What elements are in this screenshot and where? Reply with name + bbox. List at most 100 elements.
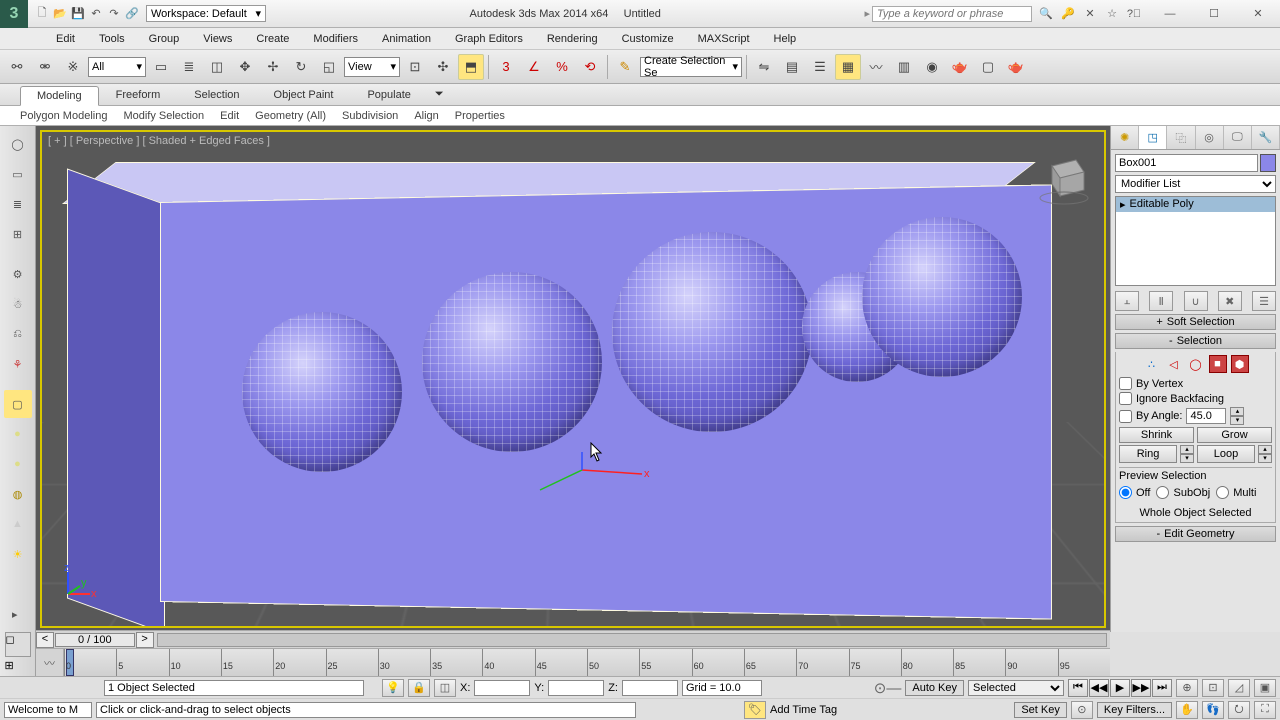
menu-help[interactable]: Help [762,30,809,48]
nav-walk-icon[interactable]: 👣 [1202,701,1224,719]
modifier-stack[interactable]: ▸Editable Poly [1115,196,1276,286]
nav-pan-icon[interactable]: ✋ [1176,701,1198,719]
pin-stack-icon[interactable]: ⫠ [1115,291,1139,311]
goto-start-icon[interactable]: ⏮ [1068,679,1088,697]
sphere-object[interactable] [862,217,1022,377]
sphere-object[interactable] [242,312,402,472]
unlink-icon[interactable]: ⚮ [32,54,58,80]
select-move-icon[interactable]: ✢ [260,54,286,80]
open-icon[interactable]: 📂 [52,6,68,22]
ribbon-tab-modeling[interactable]: Modeling [20,86,99,106]
grid-toggle-icon[interactable]: ⊞ [5,659,31,676]
select-by-name-icon[interactable]: ≣ [176,54,202,80]
object-color-swatch[interactable] [1260,154,1276,172]
time-tag-icon[interactable]: 🏷 [744,701,766,719]
next-frame-icon[interactable]: ▶▶ [1131,679,1151,697]
ribbon-panel[interactable]: Modify Selection [115,108,212,124]
motion-tab-icon[interactable]: ◎ [1196,126,1224,149]
border-level-icon[interactable]: ◯ [1187,355,1205,373]
by-vertex-check[interactable] [1119,377,1132,390]
setkey-button[interactable]: Set Key [1014,702,1067,718]
time-slider-label[interactable]: 0 / 100 [55,633,135,647]
nav-orbit-icon[interactable]: ⭮ [1228,701,1250,719]
render-icon[interactable]: 🫖 [1003,54,1029,80]
keymode-icon[interactable]: ⊙— [874,679,902,697]
maximize-button[interactable]: ☐ [1192,2,1236,26]
modifier-list-combo[interactable]: Modifier List [1115,175,1276,193]
key-icon[interactable]: 🔑 [1060,6,1076,22]
isolate-icon[interactable]: ◻ [5,632,31,657]
perspective-viewport[interactable]: [ + ] [ Perspective ] [ Shaded + Edged F… [40,130,1106,628]
rollout-soft-selection[interactable]: +Soft Selection [1115,314,1276,330]
favorite-icon[interactable]: ☆ [1104,6,1120,22]
app-logo[interactable]: 3 [0,0,28,28]
time-trough[interactable] [157,633,1107,647]
new-icon[interactable]: 🗋 [34,6,50,22]
cylinder-prim-icon[interactable]: ● [4,450,32,478]
bone-icon[interactable]: ⎌ [4,320,32,348]
menu-grapheditors[interactable]: Graph Editors [443,30,535,48]
ref-coord-combo[interactable]: View▾ [344,57,400,77]
help-icon[interactable]: ?⃝ [1126,6,1142,22]
nav-zoomall-icon[interactable]: ⊡ [1202,679,1224,697]
ribbon-panel[interactable]: Polygon Modeling [12,108,115,124]
remove-mod-icon[interactable]: ✖ [1218,291,1242,311]
ignore-backfacing-check[interactable] [1119,392,1132,405]
object-name-field[interactable] [1115,154,1258,172]
time-next-icon[interactable]: > [136,632,154,648]
select-object-icon[interactable]: ▭ [148,54,174,80]
layers-icon[interactable]: ☰ [807,54,833,80]
menu-maxscript[interactable]: MAXScript [686,30,762,48]
select-scale-icon[interactable]: ◱ [316,54,342,80]
polygon-level-icon[interactable]: ■ [1209,355,1227,373]
menu-modifiers[interactable]: Modifiers [301,30,370,48]
ring-button[interactable]: Ring [1119,445,1177,463]
menu-rendering[interactable]: Rendering [535,30,610,48]
systems-icon[interactable]: ⚘ [4,350,32,378]
ribbon-tab-populate[interactable]: Populate [350,85,427,105]
rollout-edit-geometry[interactable]: -Edit Geometry [1115,526,1276,542]
orbit-icon[interactable]: ◯ [4,130,32,158]
biped-icon[interactable]: ☃ [4,290,32,318]
cone-prim-icon[interactable]: ▲ [4,510,32,538]
link-icon[interactable]: 🔗 [124,6,140,22]
nav-zoom-icon[interactable]: ⊕ [1176,679,1198,697]
prev-frame-icon[interactable]: ◀◀ [1089,679,1109,697]
selection-filter-combo[interactable]: All▾ [88,57,146,77]
preview-subobj-radio[interactable] [1156,486,1169,499]
edge-level-icon[interactable]: ◁ [1165,355,1183,373]
unique-icon[interactable]: ∪ [1184,291,1208,311]
ribbon-tab-selection[interactable]: Selection [177,85,256,105]
modify-tab-icon[interactable]: ◳ [1139,126,1167,149]
preview-off-radio[interactable] [1119,486,1132,499]
infocenter-search[interactable] [872,6,1032,22]
ribbon-panel[interactable]: Edit [212,108,247,124]
loop-button[interactable]: Loop [1197,445,1255,463]
curve-editor-icon[interactable]: 〰 [863,54,889,80]
select-link-icon[interactable]: ⚯ [4,54,30,80]
by-angle-check[interactable] [1119,410,1132,423]
menu-group[interactable]: Group [137,30,192,48]
sphere-prim-icon[interactable]: ● [4,420,32,448]
percent-snap-icon[interactable]: % [549,54,575,80]
y-field[interactable] [548,680,604,696]
graphite-toggle-icon[interactable]: ▦ [835,54,861,80]
window-crossing-icon[interactable]: ✥ [232,54,258,80]
nav-maximize-icon[interactable]: ⛶ [1254,701,1276,719]
redo-icon[interactable]: ↷ [106,6,122,22]
torus-prim-icon[interactable]: ◍ [4,480,32,508]
selection-lock-icon[interactable]: 💡 [382,679,404,697]
menu-customize[interactable]: Customize [610,30,686,48]
angle-snap-icon[interactable]: ∠ [521,54,547,80]
transform-gizmo[interactable]: x [532,452,652,502]
vertex-level-icon[interactable]: ∴ [1143,355,1161,373]
spinner-snap-icon[interactable]: ⟲ [577,54,603,80]
save-icon[interactable]: 💾 [70,6,86,22]
viewcube[interactable] [1036,150,1092,206]
rollout-selection[interactable]: -Selection [1115,333,1276,349]
box-prim-icon[interactable]: ▢ [4,390,32,418]
schematic-icon[interactable]: ▥ [891,54,917,80]
bind-spacewarp-icon[interactable]: ※ [60,54,86,80]
spinner-up-icon[interactable]: ▴ [1230,407,1244,416]
ribbon-tab-freeform[interactable]: Freeform [99,85,178,105]
